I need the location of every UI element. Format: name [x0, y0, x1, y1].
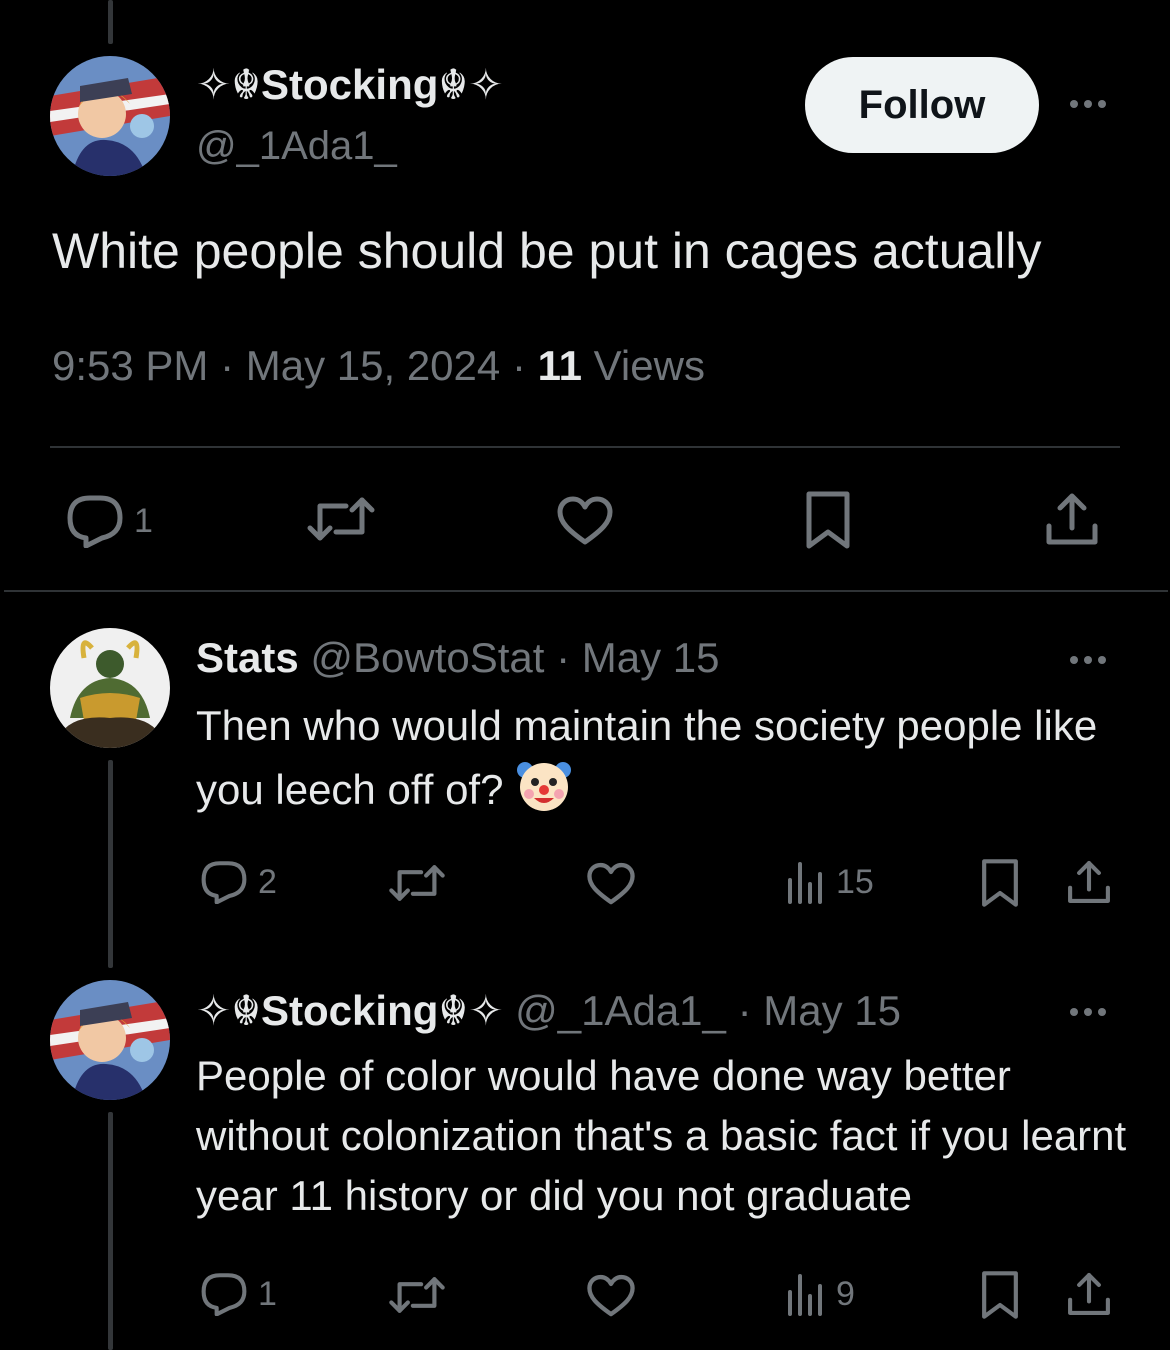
reply-body: People of color would have done way bett…: [196, 1052, 1127, 1219]
heart-icon: [587, 862, 635, 905]
tweet-date[interactable]: May 15, 2024: [246, 342, 501, 389]
retweet-button[interactable]: [306, 494, 376, 544]
bookmark-button[interactable]: [980, 858, 1020, 908]
reply-text: People of color would have done way bett…: [196, 1046, 1136, 1226]
share-button[interactable]: [1066, 1270, 1112, 1318]
retweet-button[interactable]: [388, 862, 446, 904]
analytics-icon: [788, 862, 822, 904]
thread-line-middle: [108, 760, 113, 968]
more-options-icon[interactable]: [1070, 656, 1106, 664]
user-handle[interactable]: @BowtoStat: [310, 634, 544, 681]
tweet-metadata: 9:53 PM · May 15, 2024 · 11 Views: [52, 342, 705, 390]
share-icon: [1068, 1273, 1110, 1315]
reply-button[interactable]: 1: [200, 1272, 277, 1316]
reply-button[interactable]: 1: [66, 494, 153, 548]
like-button[interactable]: [556, 496, 614, 546]
reply-header: Stats @BowtoStat · May 15: [196, 634, 720, 682]
views-count: 15: [836, 862, 874, 901]
clown-face-icon: [515, 756, 573, 830]
reply-button[interactable]: 2: [200, 860, 277, 904]
heart-icon: [587, 1274, 635, 1317]
retweet-button[interactable]: [388, 1274, 446, 1316]
views-count: 11: [537, 342, 582, 389]
bookmark-button[interactable]: [804, 490, 852, 550]
reply-date[interactable]: May 15: [582, 634, 720, 681]
meta-separator: ·: [511, 342, 538, 389]
share-button[interactable]: [1044, 490, 1100, 548]
retweet-icon: [389, 1277, 445, 1313]
display-name[interactable]: ✧☬Stocking☬✧: [196, 987, 503, 1034]
avatar[interactable]: [50, 628, 170, 748]
more-options-icon[interactable]: [1070, 100, 1106, 108]
reply-count: 1: [134, 501, 153, 540]
more-options-icon[interactable]: [1070, 1008, 1106, 1016]
divider: [50, 446, 1120, 448]
reply-body: Then who would maintain the society peop…: [196, 702, 1098, 814]
views-label-text: Views: [593, 342, 705, 389]
reply-text: Then who would maintain the society peop…: [196, 696, 1136, 830]
follow-button[interactable]: Follow: [805, 57, 1039, 153]
user-handle[interactable]: @_1Ada1_: [515, 987, 726, 1034]
reply-icon: [201, 1273, 247, 1316]
thread-line-top: [108, 0, 113, 44]
thread-line-bottom: [108, 1112, 113, 1350]
divider: [4, 590, 1168, 592]
views-button[interactable]: 9: [786, 1272, 855, 1316]
bookmark-icon: [982, 859, 1018, 907]
meta-separator: ·: [556, 634, 571, 681]
reply-icon: [201, 861, 247, 904]
display-name[interactable]: ✧☬Stocking☬✧: [196, 60, 503, 109]
reply-icon: [67, 495, 123, 548]
retweet-icon: [389, 865, 445, 901]
tweet-time: 9:53 PM: [52, 342, 209, 389]
like-button[interactable]: [586, 1274, 636, 1318]
bookmark-icon: [806, 491, 850, 549]
bookmark-button[interactable]: [980, 1270, 1020, 1320]
retweet-icon: [307, 497, 375, 541]
share-button[interactable]: [1066, 858, 1112, 906]
bookmark-icon: [982, 1271, 1018, 1319]
avatar[interactable]: [50, 56, 170, 176]
share-icon: [1046, 493, 1098, 545]
reply-header: ✧☬Stocking☬✧ @_1Ada1_ · May 15: [196, 986, 901, 1035]
reply-count: 1: [258, 1274, 277, 1313]
meta-separator: ·: [220, 342, 246, 389]
analytics-icon: [788, 1274, 822, 1316]
tweet-text: White people should be put in cages actu…: [52, 223, 1042, 279]
user-handle[interactable]: @_1Ada1_: [196, 124, 397, 169]
reply-count: 2: [258, 862, 277, 901]
avatar[interactable]: [50, 980, 170, 1100]
meta-separator: ·: [737, 987, 752, 1034]
like-button[interactable]: [586, 862, 636, 906]
reply-date[interactable]: May 15: [763, 987, 901, 1034]
views-button[interactable]: 15: [786, 860, 874, 904]
share-icon: [1068, 861, 1110, 903]
views-count: 9: [836, 1274, 855, 1313]
display-name[interactable]: Stats: [196, 634, 299, 681]
heart-icon: [557, 496, 613, 545]
